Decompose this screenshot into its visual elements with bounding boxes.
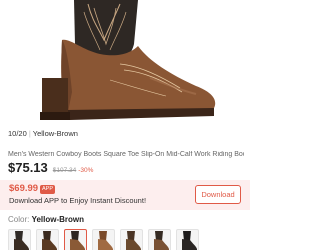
swatch-boot-icon <box>126 231 141 250</box>
color-swatch[interactable] <box>176 229 199 250</box>
app-price: $69.99 <box>9 183 39 194</box>
swatch-boot-icon <box>98 231 113 250</box>
product-image[interactable] <box>0 0 250 124</box>
app-banner-text: Download APP to Enjoy Instant Discount! <box>9 196 147 205</box>
swatch-boot-icon <box>70 231 85 250</box>
color-value: Yellow-Brown <box>31 215 85 224</box>
product-title: Men's Western Cowboy Boots Square Toe Sl… <box>8 151 244 158</box>
swatch-boot-icon <box>154 231 169 250</box>
color-key: Color: <box>8 215 30 224</box>
original-price: $107.34 <box>52 167 77 174</box>
discount-percent: -30% <box>78 167 94 174</box>
swatch-boot-icon <box>14 231 29 250</box>
color-swatch[interactable] <box>148 229 171 250</box>
app-discount-banner: $69.99 APP Download APP to Enjoy Instant… <box>0 180 250 210</box>
swatch-boot-icon <box>182 231 197 250</box>
swatch-boot-icon <box>42 231 57 250</box>
price-row: $75.13 $107.34 -30% <box>8 160 93 176</box>
color-swatch[interactable] <box>36 229 59 250</box>
color-swatch[interactable] <box>120 229 143 250</box>
color-swatches <box>8 229 204 250</box>
download-button[interactable]: Download <box>195 185 241 204</box>
color-swatch[interactable] <box>8 229 31 250</box>
app-badge: APP <box>40 185 56 194</box>
boot-illustration <box>40 0 216 120</box>
image-caption: 10/20 | Yellow-Brown <box>8 129 78 138</box>
color-swatch[interactable] <box>92 229 115 250</box>
current-price: $75.13 <box>8 160 48 175</box>
image-color-name: Yellow-Brown <box>32 129 78 138</box>
color-selector-label: Color: Yellow-Brown <box>8 215 84 224</box>
color-swatch[interactable] <box>64 229 87 250</box>
image-counter: 10/20 <box>8 129 27 138</box>
